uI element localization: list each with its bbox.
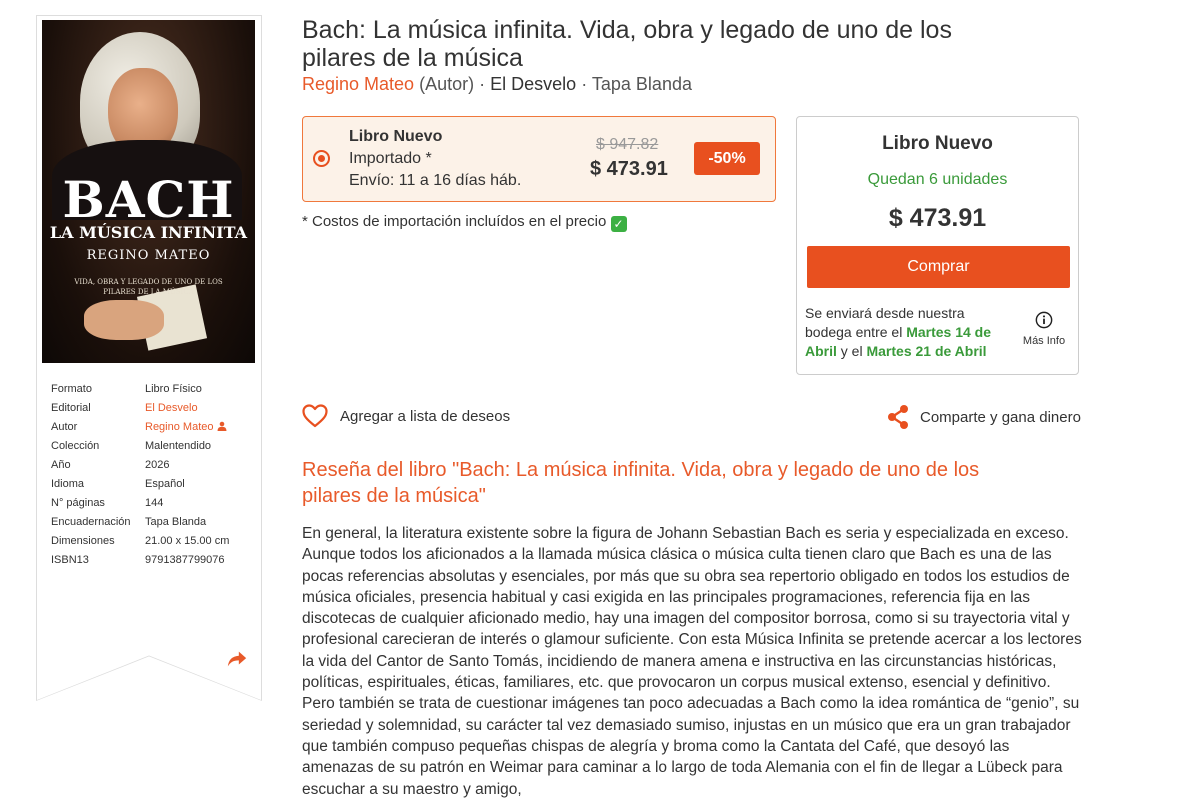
checkmark-icon: ✓ [610, 216, 627, 232]
spec-row: ISBN13 9791387799076 [51, 554, 229, 573]
spec-author-link[interactable]: Regino Mateo [145, 421, 227, 440]
cover-subtitle: LA MÚSICA INFINITA [49, 223, 248, 242]
byline: Regino Mateo (Autor) · El Desvelo · Tapa… [302, 74, 692, 95]
offer-option-new-imported[interactable]: Libro Nuevo Importado * Envío: 11 a 16 d… [302, 116, 776, 202]
share-label: Comparte y gana dinero [920, 408, 1081, 426]
spec-row: Encuadernación Tapa Blanda [51, 516, 229, 535]
buybox-price: $ 473.91 [888, 204, 987, 232]
spec-value: Malentendido [145, 440, 212, 452]
spec-row: N° páginas 144 [51, 497, 229, 516]
discount-badge: -50% [694, 142, 760, 175]
shipping-date-end: Martes 21 de Abril [866, 343, 987, 359]
spec-row: Editorial El Desvelo [51, 402, 229, 421]
byline-separator: · [479, 74, 486, 94]
book-title: Bach: La música infinita. Vida, obra y l… [302, 16, 952, 72]
spec-value: 2026 [145, 459, 170, 471]
spec-publisher-link[interactable]: El Desvelo [145, 402, 198, 421]
spec-label: Autor [51, 421, 78, 433]
stock-status: Quedan 6 unidades [867, 171, 1008, 188]
spec-row: Formato Libro Físico [51, 383, 229, 402]
buy-button[interactable]: Comprar [807, 246, 1070, 288]
spec-label: ISBN13 [51, 554, 89, 566]
spec-label: Dimensiones [51, 535, 115, 547]
wishlist-button[interactable]: Agregar a lista de deseos [302, 404, 510, 428]
person-icon [217, 421, 226, 431]
book-cover-image[interactable]: BACH LA MÚSICA INFINITA REGINO MATEO VID… [42, 20, 255, 363]
offer-origin: Importado * [349, 150, 432, 167]
spec-label: Idioma [51, 478, 85, 490]
book-specs: Formato Libro Físico Editorial El Desvelo … [51, 383, 229, 573]
buybox-heading: Libro Nuevo [882, 133, 993, 154]
spec-value: 21.00 x 15.00 cm [145, 535, 230, 547]
review-heading: Reseña del libro "Bach: La música infini… [302, 459, 980, 507]
cover-author: REGINO MATEO [86, 248, 211, 263]
cover-hand [84, 300, 164, 340]
buy-box: Libro Nuevo Quedan 6 unidades $ 473.91 C… [796, 116, 1079, 375]
spec-label: Año [51, 459, 71, 471]
share-earn-button[interactable]: Comparte y gana dinero [886, 404, 1081, 430]
more-info-button[interactable]: Más Info [1017, 311, 1071, 347]
spec-row: Autor Regino Mateo [51, 421, 229, 440]
spec-row: Dimensiones 21.00 x 15.00 cm [51, 535, 229, 554]
spec-author-name[interactable]: Regino Mateo [145, 421, 214, 433]
publisher-link[interactable]: El Desvelo [490, 74, 576, 94]
spec-value: 9791387799076 [145, 554, 225, 566]
import-note: * Costos de importación incluídos en el … [302, 213, 627, 232]
cover-tagline: VIDA, OBRA Y LEGADO DE UNO DE LOS PILARE… [74, 278, 223, 296]
share-arrow-icon[interactable] [226, 648, 248, 670]
wishlist-label: Agregar a lista de deseos [340, 407, 511, 425]
spec-value: 144 [145, 497, 164, 509]
review-body: En general, la literatura existente sobr… [302, 525, 1082, 798]
offer-condition: Libro Nuevo [349, 128, 443, 145]
spec-row: Idioma Español [51, 478, 229, 497]
spec-value: Español [145, 478, 185, 490]
binding-label: Tapa Blanda [591, 74, 692, 94]
spec-label: Encuadernación [51, 516, 131, 528]
shipping-text: y el [840, 343, 863, 359]
offer-price: $ 473.91 [590, 158, 668, 180]
spec-label: N° páginas [51, 497, 105, 509]
offer-old-price: $ 947.82 [596, 136, 659, 153]
spec-label: Colección [51, 440, 100, 452]
author-link[interactable]: Regino Mateo [302, 74, 414, 94]
heart-icon [302, 404, 328, 428]
spec-value: Libro Físico [145, 383, 202, 395]
offer-shipping-time: Envío: 11 a 16 días háb. [349, 172, 522, 189]
byline-separator: · [581, 74, 588, 94]
spec-row: Año 2026 [51, 459, 229, 478]
more-info-label: Más Info [1022, 335, 1066, 347]
spec-label: Formato [51, 383, 92, 395]
spec-row: Colección Malentendido [51, 440, 229, 459]
shipping-estimate: Se enviará desde nuestra bodega entre el… [805, 304, 1015, 361]
share-icon [888, 405, 908, 429]
import-note-text: * Costos de importación incluídos en el … [302, 213, 607, 230]
cover-title: BACH [62, 170, 235, 229]
offer-radio[interactable] [313, 150, 330, 167]
author-role: (Autor) [419, 74, 475, 94]
info-icon [1035, 311, 1053, 329]
spec-label: Editorial [51, 402, 91, 414]
spec-value: Tapa Blanda [145, 516, 207, 528]
